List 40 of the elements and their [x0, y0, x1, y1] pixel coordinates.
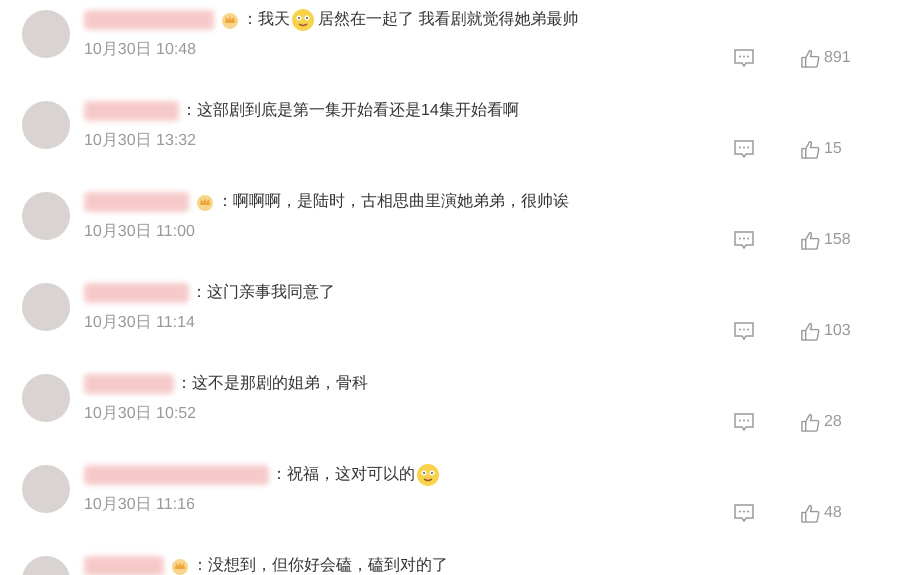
like-button[interactable]: 891 [800, 46, 860, 70]
comment-text: ：啊啊啊，是陆时，古相思曲里演她弟弟，很帅诶 [217, 192, 569, 212]
like-button[interactable]: 158 [800, 228, 860, 252]
thumbs-up-icon [800, 48, 821, 68]
reply-icon[interactable] [733, 230, 755, 250]
like-button[interactable]: 48 [800, 501, 860, 525]
avatar[interactable] [22, 192, 70, 240]
comment-time: 10月30日 11:00 [84, 222, 195, 242]
thumbs-up-icon [800, 320, 821, 342]
comment-time: 10月30日 11:14 [84, 313, 195, 333]
thumbs-up-icon [800, 502, 821, 524]
comment-text: 居然在一起了 我看剧就觉得她弟最帅 [318, 10, 578, 30]
comment-text: ：这部剧到底是第一集开始看还是14集开始看啊 [181, 100, 519, 121]
avatar[interactable] [22, 101, 70, 149]
comment-text: ：没想到，但你好会磕，磕到对的了 [192, 556, 448, 575]
reply-icon[interactable] [733, 503, 755, 523]
comment-time: 10月30日 10:52 [84, 404, 196, 424]
like-button[interactable]: 15 [800, 137, 860, 161]
avatar[interactable] [22, 283, 70, 331]
thumbs-up-icon [800, 138, 821, 160]
comment-text: ：祝福，这对可以的 [271, 464, 415, 485]
like-button[interactable]: 28 [800, 410, 860, 434]
like-button[interactable]: 103 [800, 319, 860, 343]
emoji-icon [416, 463, 440, 487]
comment-time: 10月30日 11:16 [84, 495, 195, 515]
avatar[interactable] [22, 465, 70, 513]
reply-icon[interactable] [733, 48, 755, 68]
avatar[interactable] [22, 10, 70, 58]
avatar[interactable] [22, 374, 70, 422]
comment-text: ：这不是那剧的姐弟，骨科 [176, 374, 368, 394]
thumbs-up-icon [800, 412, 821, 432]
emoji-icon [291, 8, 315, 32]
reply-icon[interactable] [733, 412, 755, 432]
thumbs-up-icon [800, 230, 821, 250]
comment-text: ：这门亲事我同意了 [191, 282, 335, 303]
reply-icon[interactable] [733, 139, 755, 159]
reply-icon[interactable] [733, 321, 755, 341]
comment-time: 10月30日 13:32 [84, 131, 196, 151]
comment-time: 10月30日 10:48 [84, 40, 196, 60]
comment-text: ：我天 [242, 10, 290, 30]
